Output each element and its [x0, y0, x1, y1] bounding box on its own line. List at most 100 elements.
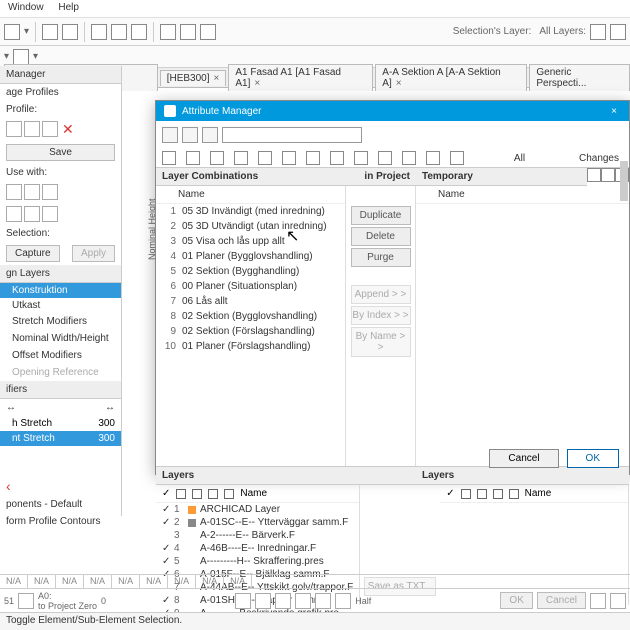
attr-icon[interactable]: [282, 151, 296, 165]
layer-combination-row[interactable]: 902 Sektion (Förslagshandling): [156, 324, 345, 339]
tree-item[interactable]: Offset Modifiers: [0, 347, 121, 364]
tool-icon[interactable]: [590, 593, 606, 609]
layer-combination-row[interactable]: 105 3D Invändigt (med inredning): [156, 204, 345, 219]
layer-item-selected[interactable]: Konstruktion: [0, 283, 121, 298]
attr-icon[interactable]: [162, 151, 176, 165]
tool-icon[interactable]: [4, 24, 20, 40]
filter-changes[interactable]: Changes: [579, 153, 619, 164]
column-header-name[interactable]: Name: [416, 186, 629, 204]
expand-icon[interactable]: ‹: [0, 476, 121, 496]
profile-icon[interactable]: [6, 121, 22, 137]
attr-icon[interactable]: [330, 151, 344, 165]
column-header-name[interactable]: Name: [240, 488, 267, 499]
menu-window[interactable]: Window: [8, 2, 44, 13]
layer-combination-row[interactable]: 802 Sektion (Bygglovshandling): [156, 309, 345, 324]
close-icon[interactable]: ×: [396, 78, 402, 89]
tab-view[interactable]: A-A Sektion A [A-A Sektion A]×: [375, 64, 527, 91]
attr-icon[interactable]: [306, 151, 320, 165]
layer-combination-row[interactable]: 706 Lås allt: [156, 294, 345, 309]
close-icon[interactable]: ×: [607, 106, 621, 117]
lock-icon[interactable]: [477, 489, 487, 499]
tool-icon[interactable]: [18, 593, 34, 609]
layer-combination-row[interactable]: 502 Sektion (Bygghandling): [156, 264, 345, 279]
tool-icon[interactable]: [295, 593, 311, 609]
layer-row[interactable]: ✓5A---------H-- Skraffering.pres: [156, 555, 359, 568]
layer-row[interactable]: ✓4A-46B----E-- Inredningar.F: [156, 542, 359, 555]
ok-button[interactable]: OK: [567, 449, 619, 468]
delete-button[interactable]: Delete: [351, 227, 411, 246]
tool-icon[interactable]: [180, 24, 196, 40]
close-icon[interactable]: ✕: [62, 121, 74, 138]
print-icon[interactable]: [224, 489, 234, 499]
attr-icon[interactable]: [450, 151, 464, 165]
tree-item[interactable]: Stretch Modifiers: [0, 313, 121, 330]
close-icon[interactable]: ×: [214, 73, 220, 84]
scrollbar[interactable]: [620, 161, 628, 201]
usewith-icon[interactable]: [6, 184, 22, 200]
purge-button[interactable]: Purge: [351, 248, 411, 267]
layer-row[interactable]: 3A-2------E-- Bärverk.F: [156, 529, 359, 542]
arrow-tool-icon[interactable]: [13, 49, 29, 65]
attr-icon[interactable]: [426, 151, 440, 165]
tab-view[interactable]: A1 Fasad A1 [A1 Fasad A1]×: [228, 64, 373, 91]
attr-icon[interactable]: [234, 151, 248, 165]
tool-icon[interactable]: [335, 593, 351, 609]
tool-icon[interactable]: [42, 24, 58, 40]
layer-combination-row[interactable]: 600 Planer (Situationsplan): [156, 279, 345, 294]
close-icon[interactable]: ×: [254, 78, 260, 89]
profile-icon[interactable]: [42, 121, 58, 137]
tab-view[interactable]: [HEB300]×: [160, 70, 227, 86]
tool-icon[interactable]: [111, 24, 127, 40]
attr-icon[interactable]: [210, 151, 224, 165]
filter-all[interactable]: All: [514, 153, 525, 164]
layer-row[interactable]: ✓1ARCHICAD Layer: [156, 503, 359, 516]
tool-icon[interactable]: [610, 593, 626, 609]
stretch-row-selected[interactable]: nt Stretch300: [0, 431, 121, 446]
attr-icon[interactable]: [402, 151, 416, 165]
tool-icon[interactable]: [131, 24, 147, 40]
cancel-button[interactable]: Cancel: [489, 449, 558, 468]
layer-row[interactable]: ✓2A-01SC--E-- Ytterväggar samm.F: [156, 516, 359, 529]
layer-combination-row[interactable]: 205 3D Utvändigt (utan inredning): [156, 219, 345, 234]
tool-icon[interactable]: [91, 24, 107, 40]
tool-icon[interactable]: [590, 24, 606, 40]
usewith-icon[interactable]: [6, 206, 22, 222]
tool-icon[interactable]: [275, 593, 291, 609]
layer-combination-row[interactable]: 305 Visa och lås upp allt: [156, 234, 345, 249]
tool-icon[interactable]: [235, 593, 251, 609]
usewith-icon[interactable]: [24, 206, 40, 222]
attr-icon[interactable]: [258, 151, 272, 165]
wire-icon[interactable]: [208, 489, 218, 499]
save-button[interactable]: Save: [6, 144, 115, 161]
tab-view[interactable]: Generic Perspecti...: [529, 64, 630, 91]
wire-icon[interactable]: [493, 489, 503, 499]
layer-combination-row[interactable]: 401 Planer (Bygglovshandling): [156, 249, 345, 264]
profile-icon[interactable]: [24, 121, 40, 137]
usewith-icon[interactable]: [42, 206, 58, 222]
duplicate-button[interactable]: Duplicate: [351, 206, 411, 225]
view-mode-icon[interactable]: [162, 127, 178, 143]
lock-icon[interactable]: [192, 489, 202, 499]
attr-icon[interactable]: [378, 151, 392, 165]
tool-icon[interactable]: [315, 593, 331, 609]
tool-icon[interactable]: [160, 24, 176, 40]
tree-item[interactable]: Nominal Width/Height: [0, 330, 121, 347]
stretch-row[interactable]: h Stretch300: [0, 416, 121, 431]
capture-button[interactable]: Capture: [6, 245, 60, 262]
btn-icon[interactable]: [601, 168, 615, 182]
usewith-icon[interactable]: [24, 184, 40, 200]
eye-icon[interactable]: [461, 489, 471, 499]
column-header-name[interactable]: Name: [156, 186, 345, 204]
attr-icon[interactable]: [354, 151, 368, 165]
print-icon[interactable]: [509, 489, 519, 499]
tool-icon[interactable]: [610, 24, 626, 40]
menu-help[interactable]: Help: [58, 2, 79, 13]
layer-combination-row[interactable]: 1001 Planer (Förslagshandling): [156, 339, 345, 354]
tool-icon[interactable]: [255, 593, 271, 609]
btn-icon[interactable]: [587, 168, 601, 182]
view-mode-icon[interactable]: [202, 127, 218, 143]
column-header-name[interactable]: Name: [525, 488, 552, 499]
eye-icon[interactable]: [176, 489, 186, 499]
attr-icon[interactable]: [186, 151, 200, 165]
layer-item[interactable]: Utkast: [0, 298, 121, 313]
